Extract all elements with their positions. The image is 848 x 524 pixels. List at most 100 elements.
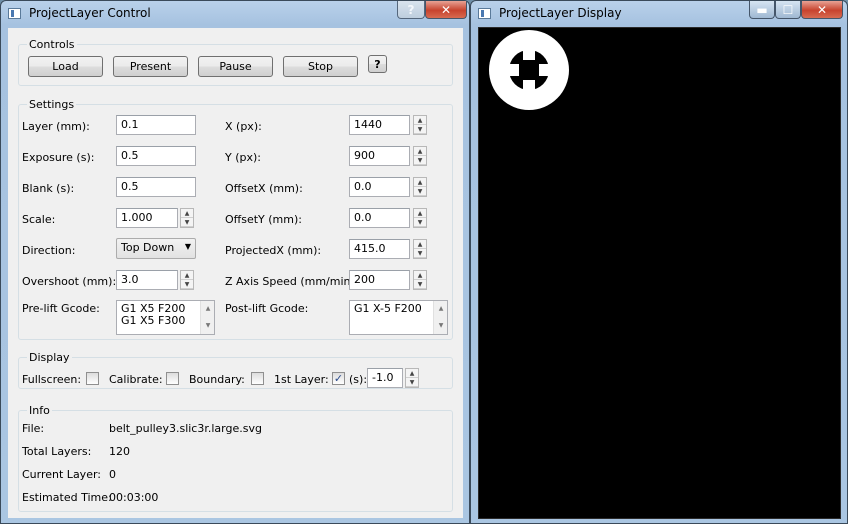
spin-down-icon[interactable]: ▼	[181, 218, 193, 227]
controls-legend: Controls	[29, 38, 75, 51]
zspeed-label: Z Axis Speed (mm/min):	[225, 275, 359, 288]
projection-canvas	[478, 27, 841, 519]
spin-up-icon[interactable]: ▲	[414, 178, 426, 187]
exposure-input[interactable]: 0.5	[116, 146, 196, 166]
scroll-down-icon[interactable]: ▼	[201, 320, 215, 332]
context-help-button[interactable]: ?	[397, 1, 425, 19]
postlift-scrollbar[interactable]: ▲ ▼	[433, 301, 447, 334]
exposure-label: Exposure (s):	[22, 151, 95, 164]
spin-down-icon[interactable]: ▼	[414, 125, 426, 134]
direction-label: Direction:	[22, 244, 76, 257]
blank-input[interactable]: 0.5	[116, 177, 196, 197]
postlift-gcode-textarea[interactable]: G1 X-5 F200 ▲ ▼	[349, 300, 448, 335]
present-button[interactable]: Present	[113, 56, 188, 77]
projectedx-spinner[interactable]: ▲ ▼	[413, 239, 427, 259]
offsetx-spinner[interactable]: ▲ ▼	[413, 177, 427, 197]
close-button[interactable]: ✕	[801, 1, 843, 19]
crosshair-bottom-notch	[523, 80, 535, 94]
spin-up-icon[interactable]: ▲	[414, 240, 426, 249]
offsetx-input[interactable]: 0.0	[349, 177, 410, 197]
calibrate-checkbox[interactable]	[166, 372, 179, 385]
scale-spinner[interactable]: ▲ ▼	[180, 208, 194, 228]
spin-down-icon[interactable]: ▼	[414, 156, 426, 165]
spin-up-icon[interactable]: ▲	[181, 209, 193, 218]
spin-up-icon[interactable]: ▲	[414, 116, 426, 125]
projectlayer-control-window: ProjectLayer Control ? ✕ Controls Load P…	[0, 0, 470, 524]
overshoot-label: Overshoot (mm):	[22, 275, 117, 288]
zspeed-spinner[interactable]: ▲ ▼	[413, 270, 427, 290]
scroll-up-icon[interactable]: ▲	[434, 303, 448, 315]
x-input[interactable]: 1440	[349, 115, 410, 135]
crosshair-left-notch	[505, 64, 519, 76]
direction-dropdown[interactable]: Top Down ▼	[116, 238, 196, 259]
prelift-gcode-textarea[interactable]: G1 X5 F200 G1 X5 F300 ▲ ▼	[116, 300, 215, 335]
estimated-time-label: Estimated Time:	[22, 491, 112, 504]
load-button[interactable]: Load	[28, 56, 103, 77]
app-icon	[8, 8, 21, 19]
scale-label: Scale:	[22, 213, 56, 226]
spin-down-icon[interactable]: ▼	[414, 249, 426, 258]
first-layer-label: 1st Layer:	[274, 373, 329, 386]
spin-up-icon[interactable]: ▲	[181, 271, 193, 280]
scroll-down-icon[interactable]: ▼	[434, 320, 448, 332]
crosshair-right-notch	[539, 64, 553, 76]
prelift-label: Pre-lift Gcode:	[22, 302, 100, 315]
control-titlebar[interactable]: ProjectLayer Control ? ✕	[1, 1, 469, 27]
spin-down-icon[interactable]: ▼	[181, 280, 193, 289]
spin-up-icon[interactable]: ▲	[406, 369, 418, 378]
direction-value: Top Down	[121, 241, 175, 254]
projectedx-label: ProjectedX (mm):	[225, 244, 322, 257]
current-layer-label: Current Layer:	[22, 468, 101, 481]
scroll-up-icon[interactable]: ▲	[201, 303, 215, 315]
layer-input[interactable]: 0.1	[116, 115, 196, 135]
spin-up-icon[interactable]: ▲	[414, 271, 426, 280]
spin-down-icon[interactable]: ▼	[406, 378, 418, 387]
spin-up-icon[interactable]: ▲	[414, 147, 426, 156]
offsetx-label: OffsetX (mm):	[225, 182, 303, 195]
pause-button[interactable]: Pause	[198, 56, 273, 77]
spin-down-icon[interactable]: ▼	[414, 187, 426, 196]
boundary-checkbox[interactable]	[251, 372, 264, 385]
projectlayer-display-window: ProjectLayer Display ▬ ☐ ✕	[470, 0, 848, 524]
total-layers-value: 120	[109, 445, 130, 458]
blank-label: Blank (s):	[22, 182, 75, 195]
stop-button[interactable]: Stop	[283, 56, 358, 77]
spin-up-icon[interactable]: ▲	[414, 209, 426, 218]
spin-down-icon[interactable]: ▼	[414, 218, 426, 227]
seconds-label: (s):	[349, 373, 368, 386]
y-spinner[interactable]: ▲ ▼	[413, 146, 427, 166]
display-window-title: ProjectLayer Display	[499, 6, 622, 20]
projectedx-input[interactable]: 415.0	[349, 239, 410, 259]
estimated-time-value: 00:03:00	[109, 491, 159, 504]
checkmark-icon: ✓	[333, 372, 344, 385]
scale-input[interactable]: 1.000	[116, 208, 178, 228]
fullscreen-checkbox[interactable]	[86, 372, 99, 385]
total-layers-label: Total Layers:	[22, 445, 92, 458]
offsety-input[interactable]: 0.0	[349, 208, 410, 228]
overshoot-input[interactable]: 3.0	[116, 270, 178, 290]
info-legend: Info	[29, 404, 50, 417]
display-titlebar[interactable]: ProjectLayer Display ▬ ☐ ✕	[471, 1, 847, 27]
control-window-title: ProjectLayer Control	[29, 6, 151, 20]
prelift-line-2: G1 X5 F300	[121, 314, 186, 327]
offsety-label: OffsetY (mm):	[225, 213, 302, 226]
layer-label: Layer (mm):	[22, 120, 90, 133]
y-input[interactable]: 900	[349, 146, 410, 166]
minimize-button[interactable]: ▬	[749, 1, 775, 19]
offsety-spinner[interactable]: ▲ ▼	[413, 208, 427, 228]
x-spinner[interactable]: ▲ ▼	[413, 115, 427, 135]
spin-down-icon[interactable]: ▼	[414, 280, 426, 289]
overshoot-spinner[interactable]: ▲ ▼	[180, 270, 194, 290]
file-label: File:	[22, 422, 45, 435]
fullscreen-label: Fullscreen:	[22, 373, 82, 386]
prelift-scrollbar[interactable]: ▲ ▼	[200, 301, 214, 334]
first-layer-checkbox[interactable]: ✓	[332, 372, 345, 385]
help-button[interactable]: ?	[368, 55, 387, 73]
first-layer-seconds-input[interactable]: -1.0	[367, 368, 403, 388]
zspeed-input[interactable]: 200	[349, 270, 410, 290]
close-button[interactable]: ✕	[425, 1, 467, 19]
calibration-crosshair-icon	[489, 30, 569, 110]
app-icon	[478, 8, 491, 19]
maximize-button[interactable]: ☐	[775, 1, 801, 19]
first-layer-seconds-spinner[interactable]: ▲ ▼	[405, 368, 419, 388]
